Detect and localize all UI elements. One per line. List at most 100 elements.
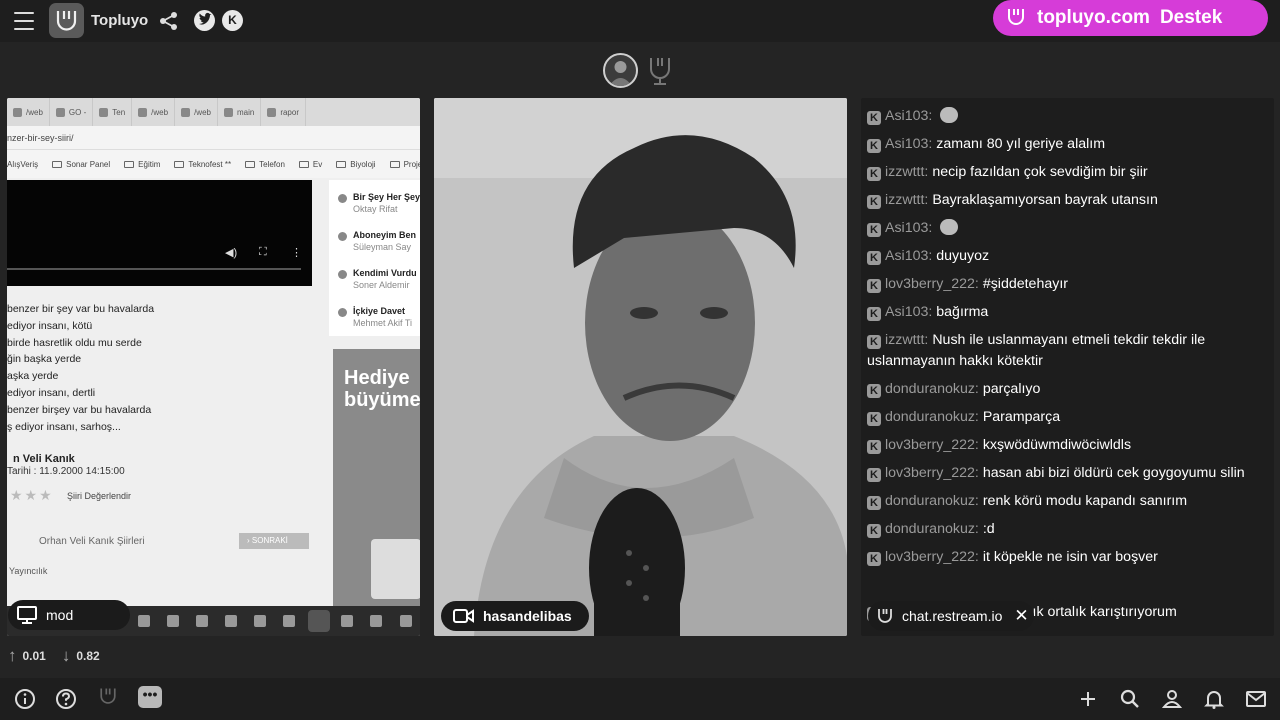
list-item[interactable]: İçkiye Davet Mehmet Akif Ti (338, 306, 412, 328)
chat-username[interactable]: Asi103: (885, 136, 932, 152)
help-icon[interactable] (55, 688, 77, 710)
promo-banner[interactable]: topluyo.com Destek (993, 0, 1268, 36)
bookmark-item[interactable]: AlışVeriş (7, 160, 38, 169)
chat-username[interactable]: donduranokuz: (885, 381, 979, 397)
list-item[interactable]: Bir Şey Her Şey Oktay Rifat (338, 192, 420, 214)
next-button[interactable]: › SONRAKİ (239, 533, 309, 549)
app-logo[interactable] (49, 3, 84, 38)
folder-icon (52, 160, 63, 168)
chat-message: K Asi103: (867, 106, 1267, 127)
webcam-panel[interactable] (434, 98, 847, 636)
favicon-icon (181, 107, 191, 117)
taskbar-app-icon[interactable] (254, 615, 266, 627)
taskbar-app-icon[interactable] (167, 615, 179, 627)
poet-poems-link[interactable]: Orhan Veli Kanık Şiirleri (39, 536, 145, 547)
chat-username[interactable]: donduranokuz: (885, 409, 979, 425)
video-progress-bar[interactable] (7, 268, 301, 270)
folder-icon (298, 160, 309, 168)
close-icon[interactable]: ✕ (1014, 606, 1028, 626)
search-icon[interactable] (1119, 688, 1141, 710)
chat-username[interactable]: lov3berry_222: (885, 465, 979, 481)
chat-username[interactable]: Asi103: (885, 304, 932, 320)
browser-tab[interactable]: main (218, 98, 262, 126)
browser-tab[interactable]: /web (132, 98, 176, 126)
folder-icon (389, 160, 400, 168)
browser-url-bar[interactable]: nzer-bir-sey-siiri/ (7, 126, 420, 150)
chat-username[interactable]: donduranokuz: (885, 521, 979, 537)
chat-panel[interactable]: K Asi103: K Asi103: zamanı 80 yıl geriye a… (861, 98, 1274, 636)
chat-username[interactable]: izzwttt: (885, 164, 928, 180)
menu-icon[interactable] (14, 12, 34, 30)
chat-username[interactable]: donduranokuz: (885, 493, 979, 509)
bell-icon[interactable] (1203, 688, 1225, 710)
host-avatar[interactable] (603, 53, 638, 88)
rating-stars[interactable]: ★★★ (10, 487, 54, 504)
chat-username[interactable]: lov3berry_222: (885, 276, 979, 292)
browser-tab[interactable]: Ten (93, 98, 133, 126)
list-item[interactable]: Kendimi Vurdu Soner Aldemir (338, 268, 417, 290)
favicon-icon (267, 107, 277, 117)
screen-share-label: mod (46, 607, 74, 623)
embedded-video[interactable]: ◀) ⛶ ⋮ (7, 180, 312, 286)
fullscreen-icon[interactable]: ⛶ (259, 246, 267, 259)
logo-icon[interactable] (97, 686, 119, 708)
taskbar-app-icon[interactable] (400, 615, 412, 627)
share-icon[interactable] (158, 10, 180, 32)
chat-username[interactable]: izzwttt: (885, 332, 928, 348)
chat-message: Kizzwttt: Nush ile uslanmayanı etmeli te… (867, 330, 1267, 371)
bookmark-item[interactable]: Eğitim (124, 160, 160, 169)
bookmark-item[interactable]: Teknofest ** (174, 160, 231, 169)
browser-tab[interactable]: GO - (50, 98, 94, 126)
chat-message: K Asi103: duyuyoz (867, 246, 1267, 267)
twitter-icon[interactable] (194, 10, 215, 31)
mail-icon[interactable] (1245, 688, 1267, 710)
publisher-text: Yayıncılık (9, 566, 48, 576)
browser-tab[interactable]: /web (175, 98, 218, 126)
screen-share-badge[interactable]: mod (8, 600, 130, 630)
bookmark-item[interactable]: Biyoloji (336, 160, 376, 169)
bookmark-item[interactable]: Ev (298, 160, 322, 169)
chat-message-text: Paramparça (982, 408, 1061, 425)
chat-username[interactable]: izzwttt: (885, 192, 928, 208)
screen-share-panel[interactable]: /web GO - Ten /web /web main rapor nzer-… (7, 98, 420, 636)
poet-name: n Veli Kanık (13, 453, 75, 465)
info-icon[interactable] (14, 688, 36, 710)
taskbar-app-icon[interactable] (196, 615, 208, 627)
plus-icon[interactable] (1077, 688, 1099, 710)
kick-icon[interactable]: K (222, 10, 243, 31)
taskbar-app-icon[interactable] (341, 615, 353, 627)
user-icon[interactable] (1161, 688, 1183, 710)
chat-username[interactable]: Asi103: (885, 108, 932, 124)
folder-icon (336, 160, 347, 168)
mic-logo-icon[interactable] (645, 55, 675, 87)
bookmark-item[interactable]: Sonar Panel (52, 160, 110, 169)
chat-icon[interactable]: ••• (138, 686, 162, 708)
browser-tab[interactable]: rapor (261, 98, 306, 126)
list-item[interactable]: Aboneyim Ben Süleyman Say (338, 230, 416, 252)
chat-username[interactable]: Asi103: (885, 220, 932, 236)
chat-message: Kdonduranokuz: Paramparça (867, 407, 1267, 428)
kick-icon: K (867, 495, 881, 510)
promo-support[interactable]: Destek (1160, 7, 1222, 29)
bookmark-item[interactable]: Proje (389, 160, 420, 169)
kick-icon: K (867, 251, 881, 265)
download-value: 0.82 (76, 649, 100, 663)
taskbar-active-app-icon[interactable] (308, 610, 330, 632)
ad-banner[interactable]: Hediye büyüme (333, 349, 420, 636)
chat-username[interactable]: lov3berry_222: (885, 437, 979, 453)
browser-tab[interactable]: /web (7, 98, 50, 126)
bookmark-item[interactable]: Telefon (245, 160, 285, 169)
webcam-badge[interactable]: hasandelibas (441, 601, 589, 631)
gift-image (371, 539, 420, 599)
chat-username[interactable]: Asi103: (885, 248, 932, 264)
chat-username[interactable]: lov3berry_222: (885, 549, 979, 565)
app-title[interactable]: Topluyo (91, 12, 148, 29)
more-options-icon[interactable]: ⋮ (291, 246, 302, 259)
kick-icon: K (867, 307, 881, 321)
taskbar-app-icon[interactable] (138, 615, 150, 627)
taskbar-app-icon[interactable] (370, 615, 382, 627)
taskbar-app-icon[interactable] (225, 615, 237, 627)
taskbar-app-icon[interactable] (283, 615, 295, 627)
chat-source-badge[interactable]: chat.restream.io ✕ (868, 601, 1034, 631)
volume-icon[interactable]: ◀) (225, 246, 237, 259)
